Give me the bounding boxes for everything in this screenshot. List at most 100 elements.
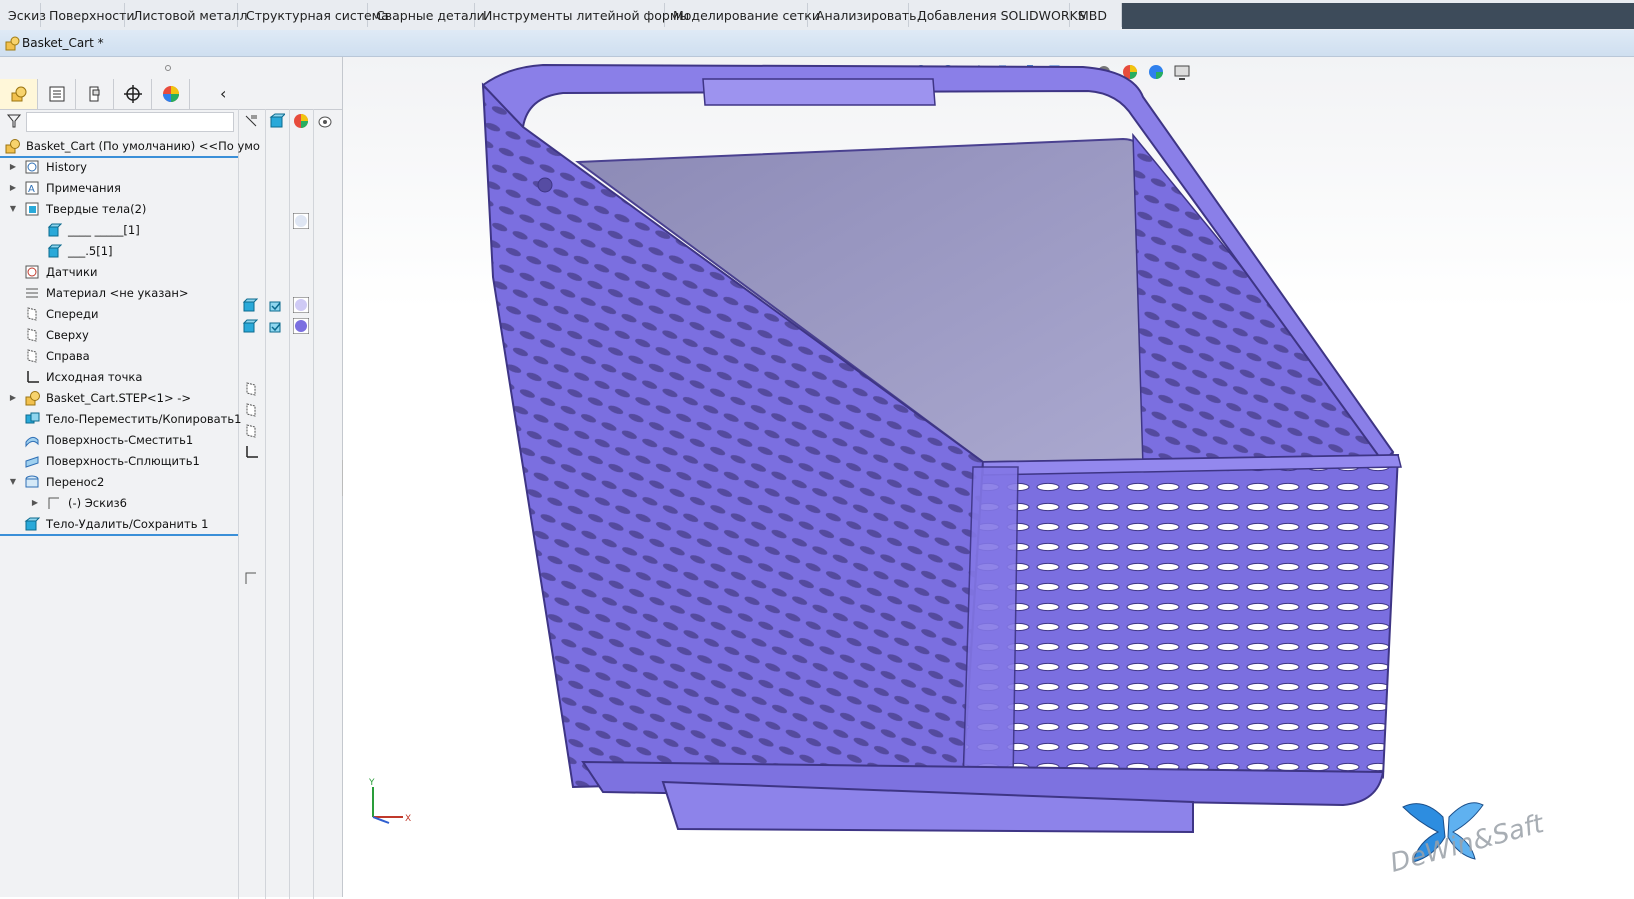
display-mode-icon[interactable] <box>269 113 285 129</box>
feature-manager-tab[interactable] <box>0 79 38 109</box>
tree-item-sketch6[interactable]: ▶ (-) Эскиз6 <box>0 492 238 513</box>
tab-weldments[interactable]: Сварные детали <box>368 3 485 27</box>
body-icon <box>47 244 62 257</box>
document-title: Basket_Cart * <box>22 36 104 50</box>
tab-surfaces[interactable]: Поверхности <box>41 3 135 27</box>
tab-sheet-metal[interactable]: Листовой металл <box>125 3 247 27</box>
appearance-icon[interactable] <box>293 113 309 129</box>
tree-item-label: Поверхность-Сплющить1 <box>46 453 200 468</box>
tree-item-label: (-) Эскиз6 <box>68 495 127 510</box>
tree-item-label: Перенос2 <box>46 474 105 489</box>
basket-3d-model[interactable] <box>343 57 1634 897</box>
tree-item-label: Исходная точка <box>46 369 143 384</box>
graphics-viewport[interactable]: Y X DeWin&Saft <box>343 57 1634 897</box>
surface-flatten-icon <box>25 455 39 468</box>
history-icon <box>25 160 39 173</box>
tree-item-origin[interactable]: Исходная точка <box>0 366 238 387</box>
tab-mbd[interactable]: MBD <box>1070 3 1122 27</box>
column-divider <box>289 109 290 899</box>
tab-label: Добавления SOLIDWORKS <box>917 7 1086 23</box>
property-manager-tab[interactable] <box>38 79 76 109</box>
tab-mold-tools[interactable]: Инструменты литейной формы <box>475 3 689 27</box>
tree-item-label: Поверхность-Сместить1 <box>46 432 194 447</box>
display-manager-tab[interactable] <box>152 79 190 109</box>
tree-item-label: Сверху <box>46 327 89 342</box>
body-icon <box>47 223 62 236</box>
tree-item-label: Твердые тела(2) <box>46 201 147 216</box>
tree-item-front-plane[interactable]: Спереди <box>0 303 238 324</box>
tab-mesh-modeling[interactable]: Моделирование сетки <box>665 3 820 27</box>
tab-solidworks-addins[interactable]: Добавления SOLIDWORKS <box>909 3 1086 27</box>
tree-item-wrap[interactable]: ▼ Перенос2 <box>0 471 238 492</box>
tab-label: MBD <box>1078 7 1107 23</box>
sketch-visibility-icon[interactable] <box>243 570 259 586</box>
right-plane-visibility-icon[interactable] <box>243 423 259 439</box>
tree-item-annotations[interactable]: ▶ A Примечания <box>0 177 238 198</box>
tab-label: Анализировать <box>816 7 917 23</box>
filter-input[interactable] <box>26 112 234 132</box>
tree-item-imported-step[interactable]: ▶ Basket_Cart.STEP<1> -> <box>0 387 238 408</box>
configuration-icon <box>89 86 99 102</box>
tree-item-solid-bodies[interactable]: ▼ Твердые тела(2) <box>0 198 238 219</box>
tree-item-right-plane[interactable]: Справа <box>0 345 238 366</box>
body-1-display-mode-icon[interactable] <box>242 297 258 313</box>
tree-item-offset-surface[interactable]: Поверхность-Сместить1 <box>0 429 238 450</box>
body-2-appearance-swatch[interactable] <box>293 318 309 334</box>
front-plane-visibility-icon[interactable] <box>243 381 259 397</box>
collapsed-arrow-icon[interactable]: ▶ <box>8 393 18 402</box>
transparency-icon[interactable] <box>317 113 333 129</box>
tree-item-label: Basket_Cart.STEP<1> -> <box>46 390 192 405</box>
tree-item-top-plane[interactable]: Сверху <box>0 324 238 345</box>
expanded-arrow-icon[interactable]: ▼ <box>8 204 18 213</box>
panel-grip[interactable] <box>165 65 171 71</box>
body-1-display-icon[interactable] <box>268 297 284 313</box>
collapse-panel-button[interactable]: ‹ <box>220 84 226 103</box>
dimxpert-tab[interactable] <box>114 79 152 109</box>
tab-label: Сварные детали <box>376 7 485 23</box>
tree-item-label: ____ _____[1] <box>68 222 140 237</box>
tree-item-label: Справа <box>46 348 90 363</box>
tab-structure-system[interactable]: Структурная система <box>238 3 389 27</box>
tree-item-label: Примечания <box>46 180 121 195</box>
root-appearance-swatch[interactable] <box>293 213 309 229</box>
tree-item-label: ___.5[1] <box>68 243 113 258</box>
part-icon <box>5 36 20 51</box>
sketch-icon <box>48 497 59 509</box>
solid-bodies-icon <box>25 202 39 215</box>
svg-text:A: A <box>28 184 35 195</box>
origin-visibility-icon[interactable] <box>243 444 259 460</box>
expanded-arrow-icon[interactable]: ▼ <box>8 477 18 486</box>
tab-sketch[interactable]: Эскиз <box>0 3 46 27</box>
tab-evaluate[interactable]: Анализировать <box>808 3 917 27</box>
surface-offset-icon <box>25 436 39 447</box>
body-1-appearance-swatch[interactable] <box>293 297 309 313</box>
tree-item-delete-keep-body[interactable]: Тело-Удалить/Сохранить 1 <box>0 513 238 536</box>
hide-show-icon[interactable] <box>243 113 259 129</box>
tree-item-move-copy-body[interactable]: Тело-Переместить/Копировать1 <box>0 408 241 429</box>
tree-item-flatten-surface[interactable]: Поверхность-Сплющить1 <box>0 450 238 471</box>
annotations-icon: A <box>25 181 39 195</box>
tree-item-history[interactable]: ▶ History <box>0 156 238 177</box>
configuration-manager-tab[interactable] <box>76 79 114 109</box>
document-title-bar: Basket_Cart * <box>0 30 1634 57</box>
feature-manager-panel: ‹ Basket_Cart (По умолчанию) <<По умо ▶ Hi… <box>0 57 343 899</box>
body-2-display-icon[interactable] <box>268 318 284 334</box>
tree-item-body-2[interactable]: ___.5[1] <box>0 240 238 261</box>
plane-icon <box>27 327 37 342</box>
axis-triad: Y X <box>368 778 411 824</box>
collapsed-arrow-icon[interactable]: ▶ <box>8 183 18 192</box>
collapsed-arrow-icon[interactable]: ▶ <box>8 162 18 171</box>
wrap-icon <box>25 475 39 487</box>
body-2-display-mode-icon[interactable] <box>242 318 258 334</box>
move-body-icon <box>25 412 40 423</box>
tab-label: Моделирование сетки <box>673 7 820 23</box>
tree-item-sensors[interactable]: Датчики <box>0 261 238 282</box>
plane-icon <box>27 348 37 363</box>
collapsed-arrow-icon[interactable]: ▶ <box>30 498 40 507</box>
tree-item-body-1[interactable]: ____ _____[1] <box>0 219 238 240</box>
tree-root-part[interactable]: Basket_Cart (По умолчанию) <<По умо <box>0 135 260 158</box>
tree-item-material[interactable]: Материал <не указан> <box>0 282 238 303</box>
top-plane-visibility-icon[interactable] <box>243 402 259 418</box>
watermark-logo: DeWin&Saft <box>1387 802 1548 877</box>
filter-icon[interactable] <box>6 113 22 129</box>
